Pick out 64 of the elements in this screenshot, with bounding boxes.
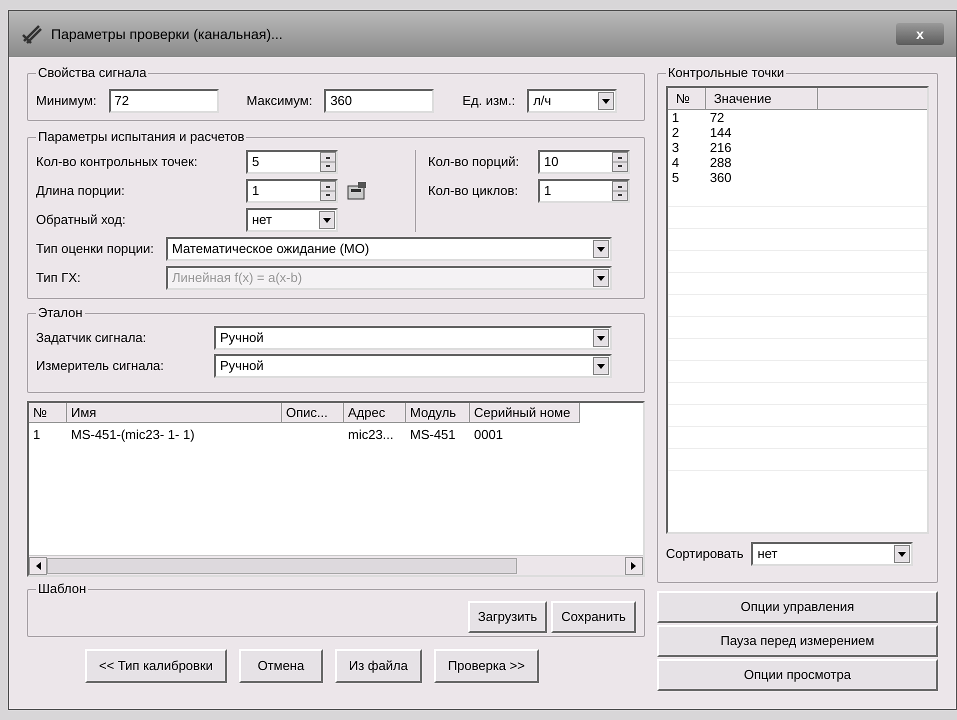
table-cell-text: 2 — [670, 125, 680, 140]
dialog-button[interactable]: Отмена — [238, 649, 323, 683]
dialog-button[interactable]: Опции просмотра — [656, 659, 938, 691]
dialog-button[interactable]: Проверка >> — [434, 649, 539, 683]
table-cell-text: 288 — [708, 155, 733, 170]
table-cell-text: 0001 — [473, 426, 504, 444]
close-button[interactable]: x — [896, 23, 944, 45]
horizontal-scrollbar[interactable] — [29, 555, 643, 575]
spin-field[interactable]: 1 — [538, 179, 630, 203]
column-header[interactable]: Модуль — [406, 403, 470, 423]
table-cell-text: 5 — [670, 170, 680, 185]
dropdown-field[interactable]: Математическое ожидание (МО) — [166, 237, 612, 261]
table-cell-text: MS-451 — [409, 426, 457, 444]
dialog-button[interactable]: Опции управления — [656, 591, 938, 623]
dropdown-field[interactable]: Ручной — [214, 326, 612, 350]
table-cell-text: 216 — [708, 140, 733, 155]
dropdown-field[interactable]: нет — [751, 542, 914, 566]
field-label: Кол-во циклов: — [428, 182, 520, 200]
table-cell-text: 4 — [670, 155, 680, 170]
dialog-button[interactable]: << Тип калибровки — [85, 649, 227, 683]
field-label: Кол-во контрольных точек: — [36, 153, 198, 172]
table-cell-text: 72 — [708, 110, 726, 125]
table-cell-text: 1 — [32, 426, 42, 444]
dropdown-field[interactable]: л/ч — [527, 89, 618, 113]
table-cell-text: 1 — [670, 110, 680, 125]
table-cell-text: MS-451-(mic23- 1- 1) — [70, 426, 196, 444]
scroll-left-icon — [36, 562, 40, 570]
dialog-button[interactable]: Загрузить — [468, 601, 548, 633]
column-header[interactable] — [818, 88, 927, 110]
field-label: Тип оценки порции: — [36, 240, 155, 258]
column-header[interactable]: Серийный номе — [470, 403, 580, 423]
column-header[interactable]: № — [29, 403, 67, 423]
field-label: Сортировать — [666, 545, 744, 564]
field-label: Минимум: — [36, 92, 97, 110]
field-label: Тип ГХ: — [36, 269, 82, 288]
field-label: Задатчик сигнала: — [36, 329, 148, 348]
table-cell-text: mic23... — [347, 426, 395, 444]
column-header[interactable]: Опис... — [282, 403, 344, 423]
dialog-button[interactable]: Пауза перед измерением — [656, 625, 938, 657]
app-icon — [21, 23, 43, 45]
spin-field[interactable]: 5 — [246, 150, 338, 174]
table-cell-text: 144 — [708, 125, 733, 140]
window-title: Параметры проверки (канальная)... — [51, 24, 283, 44]
field-label: Кол-во порций: — [428, 153, 520, 172]
spin-field[interactable]: 10 — [538, 150, 630, 174]
table-cell-text: 360 — [708, 170, 733, 185]
scroll-right-icon — [631, 562, 636, 570]
dropdown-field[interactable]: Ручной — [214, 354, 612, 378]
dialog-button[interactable]: Сохранить — [551, 601, 636, 633]
spin-field[interactable]: 1 — [246, 179, 338, 203]
table-cell-text: 3 — [670, 140, 680, 155]
field-label: Длина порции: — [36, 182, 126, 200]
column-header[interactable]: № — [668, 88, 706, 110]
input-field[interactable]: 72 — [108, 89, 219, 113]
input-field[interactable]: 360 — [324, 89, 434, 113]
dropdown-field[interactable]: нет — [246, 208, 338, 232]
column-header[interactable]: Имя — [67, 403, 282, 423]
column-header[interactable]: Значение — [706, 88, 818, 110]
field-label: Измеритель сигнала: — [36, 357, 165, 376]
field-label: Максимум: — [246, 92, 312, 110]
field-label: Ед. изм.: — [462, 92, 516, 110]
dialog-button[interactable]: Из файла — [334, 649, 422, 683]
field-label: Обратный ход: — [36, 211, 127, 230]
column-header[interactable]: Адрес — [344, 403, 406, 423]
